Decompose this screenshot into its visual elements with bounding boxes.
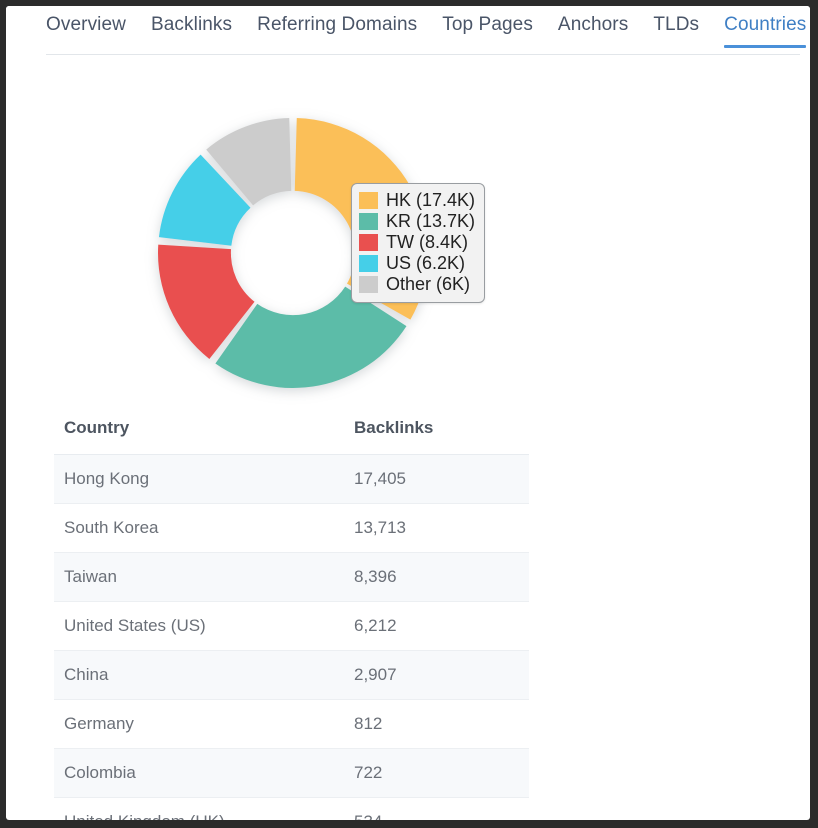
cell-backlinks: 812: [354, 700, 529, 749]
app-frame: Overview Backlinks Referring Domains Top Pa…: [0, 0, 818, 828]
countries-chart-area: HK (17.4K) KR (13.7K) TW (8.4K) US (6.2K) Ot…: [6, 55, 810, 410]
table-row[interactable]: Germany812: [54, 700, 529, 749]
chart-legend: HK (17.4K) KR (13.7K) TW (8.4K) US (6.2K) Ot…: [351, 183, 485, 303]
table-row[interactable]: China2,907: [54, 651, 529, 700]
legend-color-swatch-icon: [359, 213, 378, 230]
tab-referring-domains[interactable]: Referring Domains: [257, 6, 417, 48]
cell-country: China: [54, 651, 354, 700]
cell-country: Germany: [54, 700, 354, 749]
table-row[interactable]: Colombia722: [54, 749, 529, 798]
cell-country: Hong Kong: [54, 455, 354, 504]
table-row[interactable]: Taiwan8,396: [54, 553, 529, 602]
table-head: Country Backlinks: [54, 410, 529, 455]
tab-bar: Overview Backlinks Referring Domains Top Pa…: [6, 6, 810, 55]
table-header-row: Country Backlinks: [54, 410, 529, 455]
cell-backlinks: 2,907: [354, 651, 529, 700]
cell-backlinks: 17,405: [354, 455, 529, 504]
table-body: Hong Kong17,405South Korea13,713Taiwan8,…: [54, 455, 529, 821]
cell-country: Colombia: [54, 749, 354, 798]
legend-item[interactable]: KR (13.7K): [359, 211, 475, 232]
legend-item[interactable]: HK (17.4K): [359, 190, 475, 211]
cell-backlinks: 6,212: [354, 602, 529, 651]
report-card: Overview Backlinks Referring Domains Top Pa…: [6, 6, 810, 820]
tab-top-pages[interactable]: Top Pages: [442, 6, 533, 48]
legend-color-swatch-icon: [359, 255, 378, 272]
tab-countries[interactable]: Countries: [724, 6, 806, 48]
countries-table-container: Country Backlinks Hong Kong17,405South K…: [54, 410, 529, 820]
table-row[interactable]: United States (US)6,212: [54, 602, 529, 651]
table-row[interactable]: United Kingdom (UK)534: [54, 798, 529, 821]
cell-country: South Korea: [54, 504, 354, 553]
tab-overview[interactable]: Overview: [46, 6, 126, 48]
cell-country: United Kingdom (UK): [54, 798, 354, 821]
legend-item[interactable]: US (6.2K): [359, 253, 475, 274]
tab-tlds[interactable]: TLDs: [653, 6, 699, 48]
legend-item-label: KR (13.7K): [386, 212, 475, 231]
legend-color-swatch-icon: [359, 234, 378, 251]
legend-color-swatch-icon: [359, 276, 378, 293]
legend-color-swatch-icon: [359, 192, 378, 209]
tab-backlinks[interactable]: Backlinks: [151, 6, 232, 48]
legend-item[interactable]: Other (6K): [359, 274, 475, 295]
countries-table: Country Backlinks Hong Kong17,405South K…: [54, 410, 529, 820]
cell-country: Taiwan: [54, 553, 354, 602]
legend-item-label: HK (17.4K): [386, 191, 475, 210]
column-header-country[interactable]: Country: [54, 410, 354, 455]
cell-country: United States (US): [54, 602, 354, 651]
cell-backlinks: 722: [354, 749, 529, 798]
cell-backlinks: 534: [354, 798, 529, 821]
tab-anchors[interactable]: Anchors: [558, 6, 628, 48]
legend-item-label: Other (6K): [386, 275, 470, 294]
legend-item-label: TW (8.4K): [386, 233, 468, 252]
column-header-backlinks[interactable]: Backlinks: [354, 410, 529, 455]
cell-backlinks: 8,396: [354, 553, 529, 602]
cell-backlinks: 13,713: [354, 504, 529, 553]
legend-item[interactable]: TW (8.4K): [359, 232, 475, 253]
legend-item-label: US (6.2K): [386, 254, 465, 273]
table-row[interactable]: South Korea13,713: [54, 504, 529, 553]
table-row[interactable]: Hong Kong17,405: [54, 455, 529, 504]
